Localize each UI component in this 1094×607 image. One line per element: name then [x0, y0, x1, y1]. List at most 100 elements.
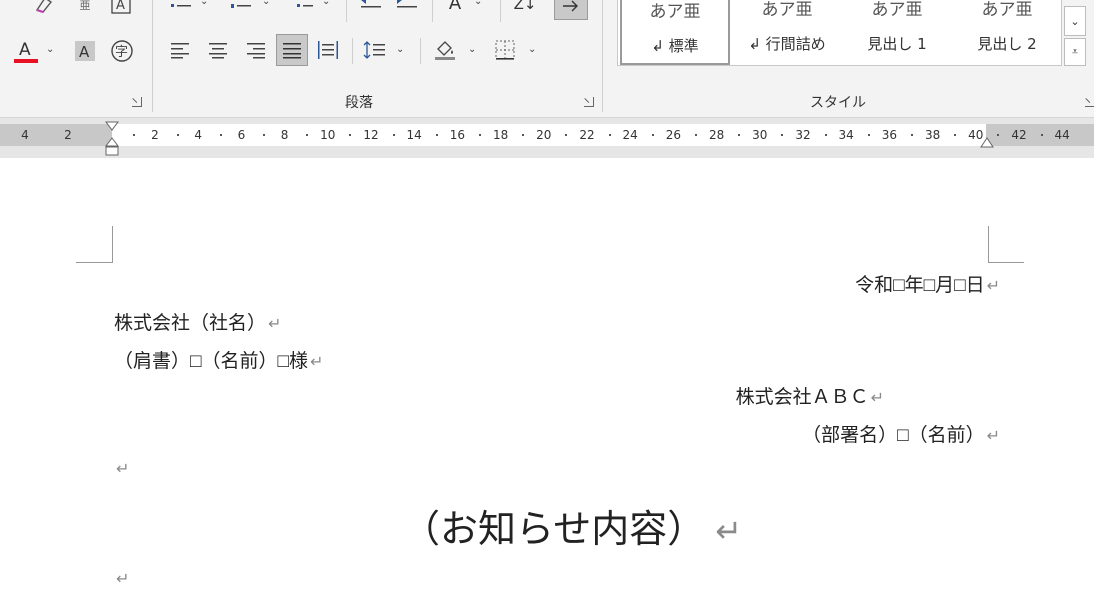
styles-group-label: スタイル — [810, 95, 866, 111]
ruler-tick-label: 4 — [194, 128, 203, 142]
ruler-tick-mark — [824, 134, 827, 136]
shading-icon[interactable] — [430, 36, 460, 64]
notice-title-line: （お知らせ内容） ↵ — [402, 498, 742, 553]
decrease-indent-icon[interactable] — [356, 0, 386, 14]
show-formatting-marks-button[interactable] — [554, 0, 588, 20]
notice-title: （お知らせ内容） — [402, 509, 706, 551]
paragraph-mark: ↵ — [116, 459, 130, 478]
horizontal-ruler: 4 2 2 4 6 8 10 12 14 16 18 20 22 24 26 28 30 32 34 36 38 40… — [0, 121, 1094, 156]
ruler-tick-label: 14 — [406, 128, 422, 142]
character-shading-icon[interactable]: A — [72, 38, 98, 64]
chevron-down-icon[interactable]: ⌄ — [46, 44, 54, 55]
sender-person: （部署名）□（名前） — [802, 425, 985, 446]
ruler-tick-mark — [522, 134, 525, 136]
ruler-tick-label: 2 — [151, 128, 159, 142]
style-name: ↲ 標準 — [651, 37, 699, 55]
ruler-tick-label: 26 — [665, 128, 682, 142]
sender-company-line: 株式会社ＡＢＣ ↵ — [736, 382, 884, 409]
ruler-tick-mark — [176, 134, 179, 136]
ruler-tick-mark — [695, 134, 697, 136]
ruler-tick-mark — [997, 134, 1000, 136]
ruler-tick-mark — [608, 134, 611, 136]
ruler-tick-mark — [954, 134, 957, 136]
sender-company: 株式会社ＡＢＣ — [735, 387, 869, 408]
paragraph-launcher-icon[interactable] — [584, 97, 594, 107]
chevron-down-icon[interactable]: ⌄ — [322, 0, 330, 7]
chevron-down-icon[interactable]: ⌄ — [528, 44, 536, 55]
chevron-down-icon[interactable]: ⌄ — [468, 44, 476, 55]
paragraph-mark: ↵ — [715, 512, 743, 550]
gallery-scroll-down-icon[interactable]: ⌄ — [1064, 6, 1086, 36]
paragraph-mark: ↵ — [268, 314, 282, 333]
paragraph-mark: ↵ — [870, 388, 884, 407]
ruler-tick-label: 32 — [795, 128, 811, 142]
style-name: ↲ 行間詰め — [748, 35, 826, 53]
ruler-tick-mark — [263, 134, 265, 136]
ruler-tick-label: 44 — [1054, 128, 1070, 142]
style-preview: あア亜 — [761, 0, 813, 20]
svg-text:A: A — [19, 40, 31, 60]
text-direction-icon[interactable]: A — [440, 0, 470, 14]
document-page[interactable]: 令和□年□月□日 ↵ 株式会社（社名） ↵ （肩書）□（名前）□様 ↵ 株式会社ＡＢＣ… — [0, 158, 1094, 607]
ruler-tick-mark — [219, 134, 222, 136]
borders-icon[interactable] — [490, 36, 520, 64]
paragraph-mark: ↵ — [986, 276, 1000, 295]
multilevel-list-icon[interactable] — [288, 0, 318, 14]
gallery-more-icon[interactable]: ⩡ — [1064, 38, 1086, 66]
sort-button[interactable]: Z↓ — [508, 0, 542, 16]
font-launcher-icon[interactable] — [132, 97, 142, 107]
style-preview: あア亜 — [871, 0, 923, 20]
bullets-icon[interactable] — [166, 0, 196, 14]
ruler-tick-label: 30 — [752, 128, 768, 142]
increase-indent-icon[interactable] — [392, 0, 422, 14]
align-left-icon[interactable] — [166, 36, 194, 64]
ruler-tick-mark — [911, 134, 913, 136]
ruler-tick-mark — [349, 134, 352, 136]
align-center-icon[interactable] — [204, 36, 232, 64]
character-border-icon[interactable]: A — [108, 0, 134, 16]
hanging-indent-marker[interactable] — [105, 137, 119, 157]
style-normal[interactable]: あア亜 ↲ 標準 — [620, 0, 730, 65]
ruler-tick-label: 36 — [881, 128, 898, 142]
chevron-down-icon[interactable]: ⌄ — [200, 0, 208, 7]
style-no-spacing[interactable]: あア亜 ↲ 行間詰め — [732, 0, 842, 65]
styles-launcher-icon[interactable] — [1085, 97, 1094, 107]
enclosed-character-icon[interactable]: 字 — [108, 38, 136, 64]
separator — [346, 0, 347, 22]
ruler-tick-mark — [738, 134, 741, 136]
crop-mark-top-left — [112, 226, 113, 263]
paragraph-mark: ↵ — [986, 426, 1000, 445]
sender-person-line: （部署名）□（名前） ↵ — [802, 420, 1000, 447]
svg-text:A: A — [79, 43, 90, 61]
ruler-tick-mark — [651, 134, 654, 136]
chevron-down-icon[interactable]: ⌄ — [262, 0, 270, 7]
paragraph-group-label: 段落 — [345, 95, 373, 111]
recipient-person-line: （肩書）□（名前）□様 ↵ — [114, 346, 323, 373]
date-text: 令和□年□月□日 — [855, 275, 985, 296]
font-color-button[interactable]: A — [10, 36, 42, 66]
justify-button[interactable] — [276, 34, 308, 66]
ruler-tick-mark — [1040, 134, 1043, 136]
styles-gallery: あア亜 ↲ 標準 あア亜 ↲ 行間詰め あア亜 見出し 1 あア亜 見出し 2 — [617, 0, 1062, 66]
style-heading-2[interactable]: あア亜 見出し 2 — [952, 0, 1062, 65]
numbering-icon[interactable] — [226, 0, 256, 14]
style-name: 見出し 2 — [977, 35, 1037, 53]
ruler-tick-label: 8 — [280, 128, 289, 142]
ruler-tick-mark — [435, 134, 438, 136]
chevron-down-icon[interactable]: ⌄ — [396, 44, 404, 55]
recipient-company-line: 株式会社（社名） ↵ — [114, 308, 281, 335]
empty-line: ↵ — [114, 458, 129, 480]
clear-formatting-icon[interactable] — [30, 0, 58, 16]
ruler-tick-label: 22 — [579, 128, 595, 142]
first-line-indent-marker[interactable] — [105, 121, 119, 131]
ruler-tick-label: 6 — [237, 128, 246, 142]
style-heading-1[interactable]: あア亜 見出し 1 — [842, 0, 952, 65]
distributed-icon[interactable] — [314, 36, 342, 64]
align-right-icon[interactable] — [242, 36, 270, 64]
ruler-tick-label: 34 — [838, 128, 854, 142]
paragraph-mark: ↵ — [116, 569, 130, 588]
line-spacing-icon[interactable] — [360, 36, 390, 64]
phonetic-guide-icon[interactable]: 亜 — [74, 0, 96, 16]
chevron-down-icon[interactable]: ⌄ — [474, 0, 482, 7]
right-indent-marker[interactable] — [980, 137, 994, 149]
